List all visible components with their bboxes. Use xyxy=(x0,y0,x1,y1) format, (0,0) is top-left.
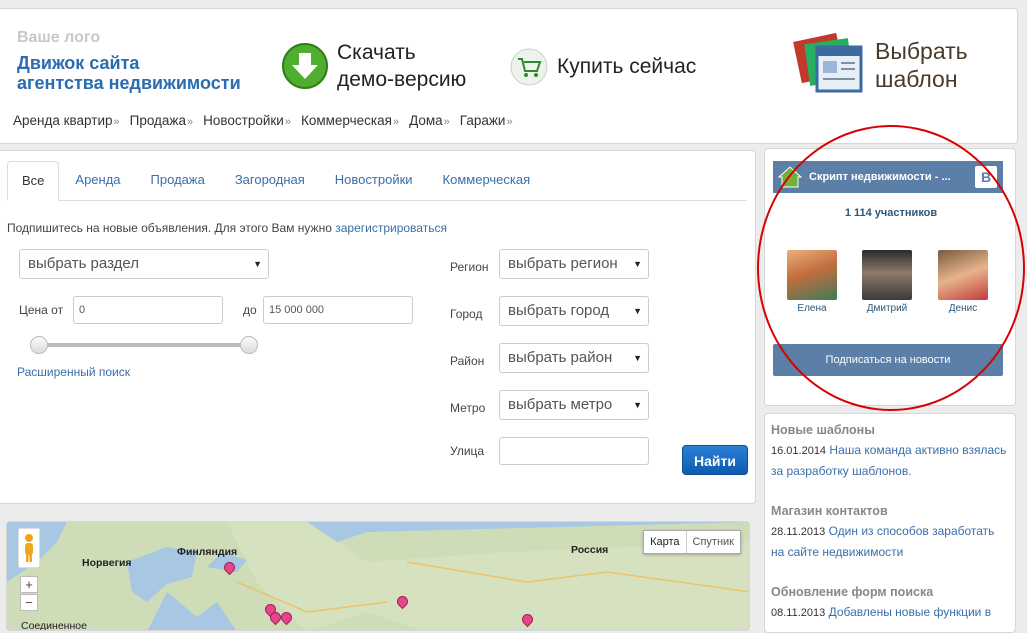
choose-template-button[interactable]: Выбрать шаблон xyxy=(793,29,968,101)
news-item: Магазин контактов 28.11.2013 Один из спо… xyxy=(771,501,1011,562)
vk-group-widget: Скрипт недвижимости - ... В 1 114 участн… xyxy=(764,148,1016,406)
download-icon xyxy=(282,43,328,89)
chevron-down-icon: ▼ xyxy=(253,259,262,269)
vk-widget-header[interactable]: Скрипт недвижимости - ... В xyxy=(773,161,1003,193)
news-date: 28.11.2013 xyxy=(771,526,826,538)
advanced-search-link[interactable]: Расширенный поиск xyxy=(17,365,130,379)
buy-now-label: Купить сейчас xyxy=(557,55,697,78)
price-from-label: Цена от xyxy=(19,303,64,317)
map-panel[interactable]: + − Финляндия Норвегия Россия Соединенно… xyxy=(6,521,750,631)
news-link[interactable]: Добавлены новые функции в xyxy=(829,605,991,619)
price-from-input[interactable]: 0 xyxy=(73,296,223,324)
avatar[interactable] xyxy=(787,250,837,300)
map-label-uk: Соединенное xyxy=(21,620,87,631)
nav-item-rent[interactable]: Аренда квартир» xyxy=(13,113,120,128)
buy-now-button[interactable]: Купить сейчас xyxy=(509,47,696,87)
news-title: Обновление форм поиска xyxy=(771,585,934,599)
vk-member-count[interactable]: 1 114 участников xyxy=(765,207,1017,219)
region-label: Регион xyxy=(450,260,489,274)
price-slider-track[interactable] xyxy=(33,343,249,347)
section-select[interactable]: выбрать раздел ▼ xyxy=(19,249,269,279)
tab-commercial[interactable]: Коммерческая xyxy=(429,161,545,199)
street-input[interactable] xyxy=(499,437,649,465)
templates-icon xyxy=(793,32,863,93)
price-slider-min-handle[interactable] xyxy=(30,336,48,354)
street-view-pegman-icon[interactable] xyxy=(18,528,40,568)
city-label: Город xyxy=(450,307,483,321)
news-date: 16.01.2014 xyxy=(771,445,827,457)
price-slider-max-handle[interactable] xyxy=(240,336,258,354)
tab-country[interactable]: Загородная xyxy=(221,161,319,199)
zoom-out-button[interactable]: − xyxy=(20,594,38,611)
nav-item-garages[interactable]: Гаражи» xyxy=(460,113,513,128)
chevron-down-icon: ▼ xyxy=(633,400,642,410)
member-name[interactable]: Денис xyxy=(933,303,993,314)
map-type-map-button[interactable]: Карта xyxy=(644,531,685,553)
tab-rent[interactable]: Аренда xyxy=(61,161,134,199)
member-name[interactable]: Дмитрий xyxy=(857,303,917,314)
cart-icon xyxy=(510,48,548,86)
nav-item-sale[interactable]: Продажа» xyxy=(130,113,193,128)
member-name[interactable]: Елена xyxy=(782,303,842,314)
news-title: Новые шаблоны xyxy=(771,423,875,437)
news-panel: Новые шаблоны 16.01.2014 Наша команда ак… xyxy=(764,413,1016,633)
template-line2: шаблон xyxy=(875,66,958,92)
nav-item-houses[interactable]: Дома» xyxy=(409,113,450,128)
street-label: Улица xyxy=(450,444,485,458)
news-date: 08.11.2013 xyxy=(771,607,826,619)
news-title: Магазин контактов xyxy=(771,504,888,518)
metro-label: Метро xyxy=(450,401,486,415)
avatar[interactable] xyxy=(938,250,988,300)
region-select[interactable]: выбрать регион ▼ xyxy=(499,249,649,279)
map-type-switch: Карта Спутник xyxy=(643,530,741,554)
news-item: Новые шаблоны 16.01.2014 Наша команда ак… xyxy=(771,420,1011,481)
nav-item-commercial[interactable]: Коммерческая» xyxy=(301,113,399,128)
subscribe-notice: Подпишитесь на новые объявления. Для это… xyxy=(7,221,447,235)
nav-item-new-buildings[interactable]: Новостройки» xyxy=(203,113,291,128)
map-type-satellite-button[interactable]: Спутник xyxy=(685,531,740,553)
map-canvas xyxy=(7,522,749,630)
tab-new-buildings[interactable]: Новостройки xyxy=(321,161,427,199)
zoom-in-button[interactable]: + xyxy=(20,576,38,593)
site-title[interactable]: Движок сайта агентства недвижимости xyxy=(17,53,241,93)
tab-all[interactable]: Все xyxy=(7,161,60,201)
vk-logo-icon: В xyxy=(975,166,997,188)
price-to-label: до xyxy=(243,303,257,317)
chevron-down-icon: ▼ xyxy=(633,353,642,363)
map-label-finland: Финляндия xyxy=(177,546,238,558)
vk-group-title: Скрипт недвижимости - ... xyxy=(809,171,951,183)
tab-sale[interactable]: Продажа xyxy=(137,161,219,199)
metro-select[interactable]: выбрать метро ▼ xyxy=(499,390,649,420)
logo-placeholder[interactable]: Ваше лого xyxy=(17,29,100,47)
download-line1: Скачать xyxy=(337,41,416,64)
map-label-russia: Россия xyxy=(571,544,609,556)
avatar[interactable] xyxy=(862,250,912,300)
chevron-down-icon: ▼ xyxy=(633,306,642,316)
price-to-input[interactable]: 15 000 000 xyxy=(263,296,413,324)
news-item: Обновление форм поиска 08.11.2013 Добавл… xyxy=(771,582,1011,623)
map-label-norway: Норвегия xyxy=(82,557,132,569)
vk-subscribe-button[interactable]: Подписаться на новости xyxy=(773,344,1003,376)
district-label: Район xyxy=(450,354,485,368)
find-button[interactable]: Найти xyxy=(682,445,748,475)
download-line2: демо-версию xyxy=(337,68,467,91)
chevron-down-icon: ▼ xyxy=(633,259,642,269)
template-line1: Выбрать xyxy=(875,38,968,64)
city-select[interactable]: выбрать город ▼ xyxy=(499,296,649,326)
main-nav: Аренда квартир» Продажа» Новостройки» Ко… xyxy=(13,113,523,128)
register-link[interactable]: зарегистрироваться xyxy=(335,221,447,235)
site-header: Ваше лого Движок сайта агентства недвижи… xyxy=(0,8,1018,144)
category-tabs: Все Аренда Продажа Загородная Новостройк… xyxy=(7,161,747,201)
site-title-line1: Движок сайта xyxy=(17,53,140,73)
district-select[interactable]: выбрать район ▼ xyxy=(499,343,649,373)
download-demo-button[interactable]: Скачать демо-версию xyxy=(281,39,466,93)
house-icon xyxy=(777,166,803,188)
site-title-line2: агентства недвижимости xyxy=(17,73,241,93)
search-panel: Все Аренда Продажа Загородная Новостройк… xyxy=(0,150,756,504)
